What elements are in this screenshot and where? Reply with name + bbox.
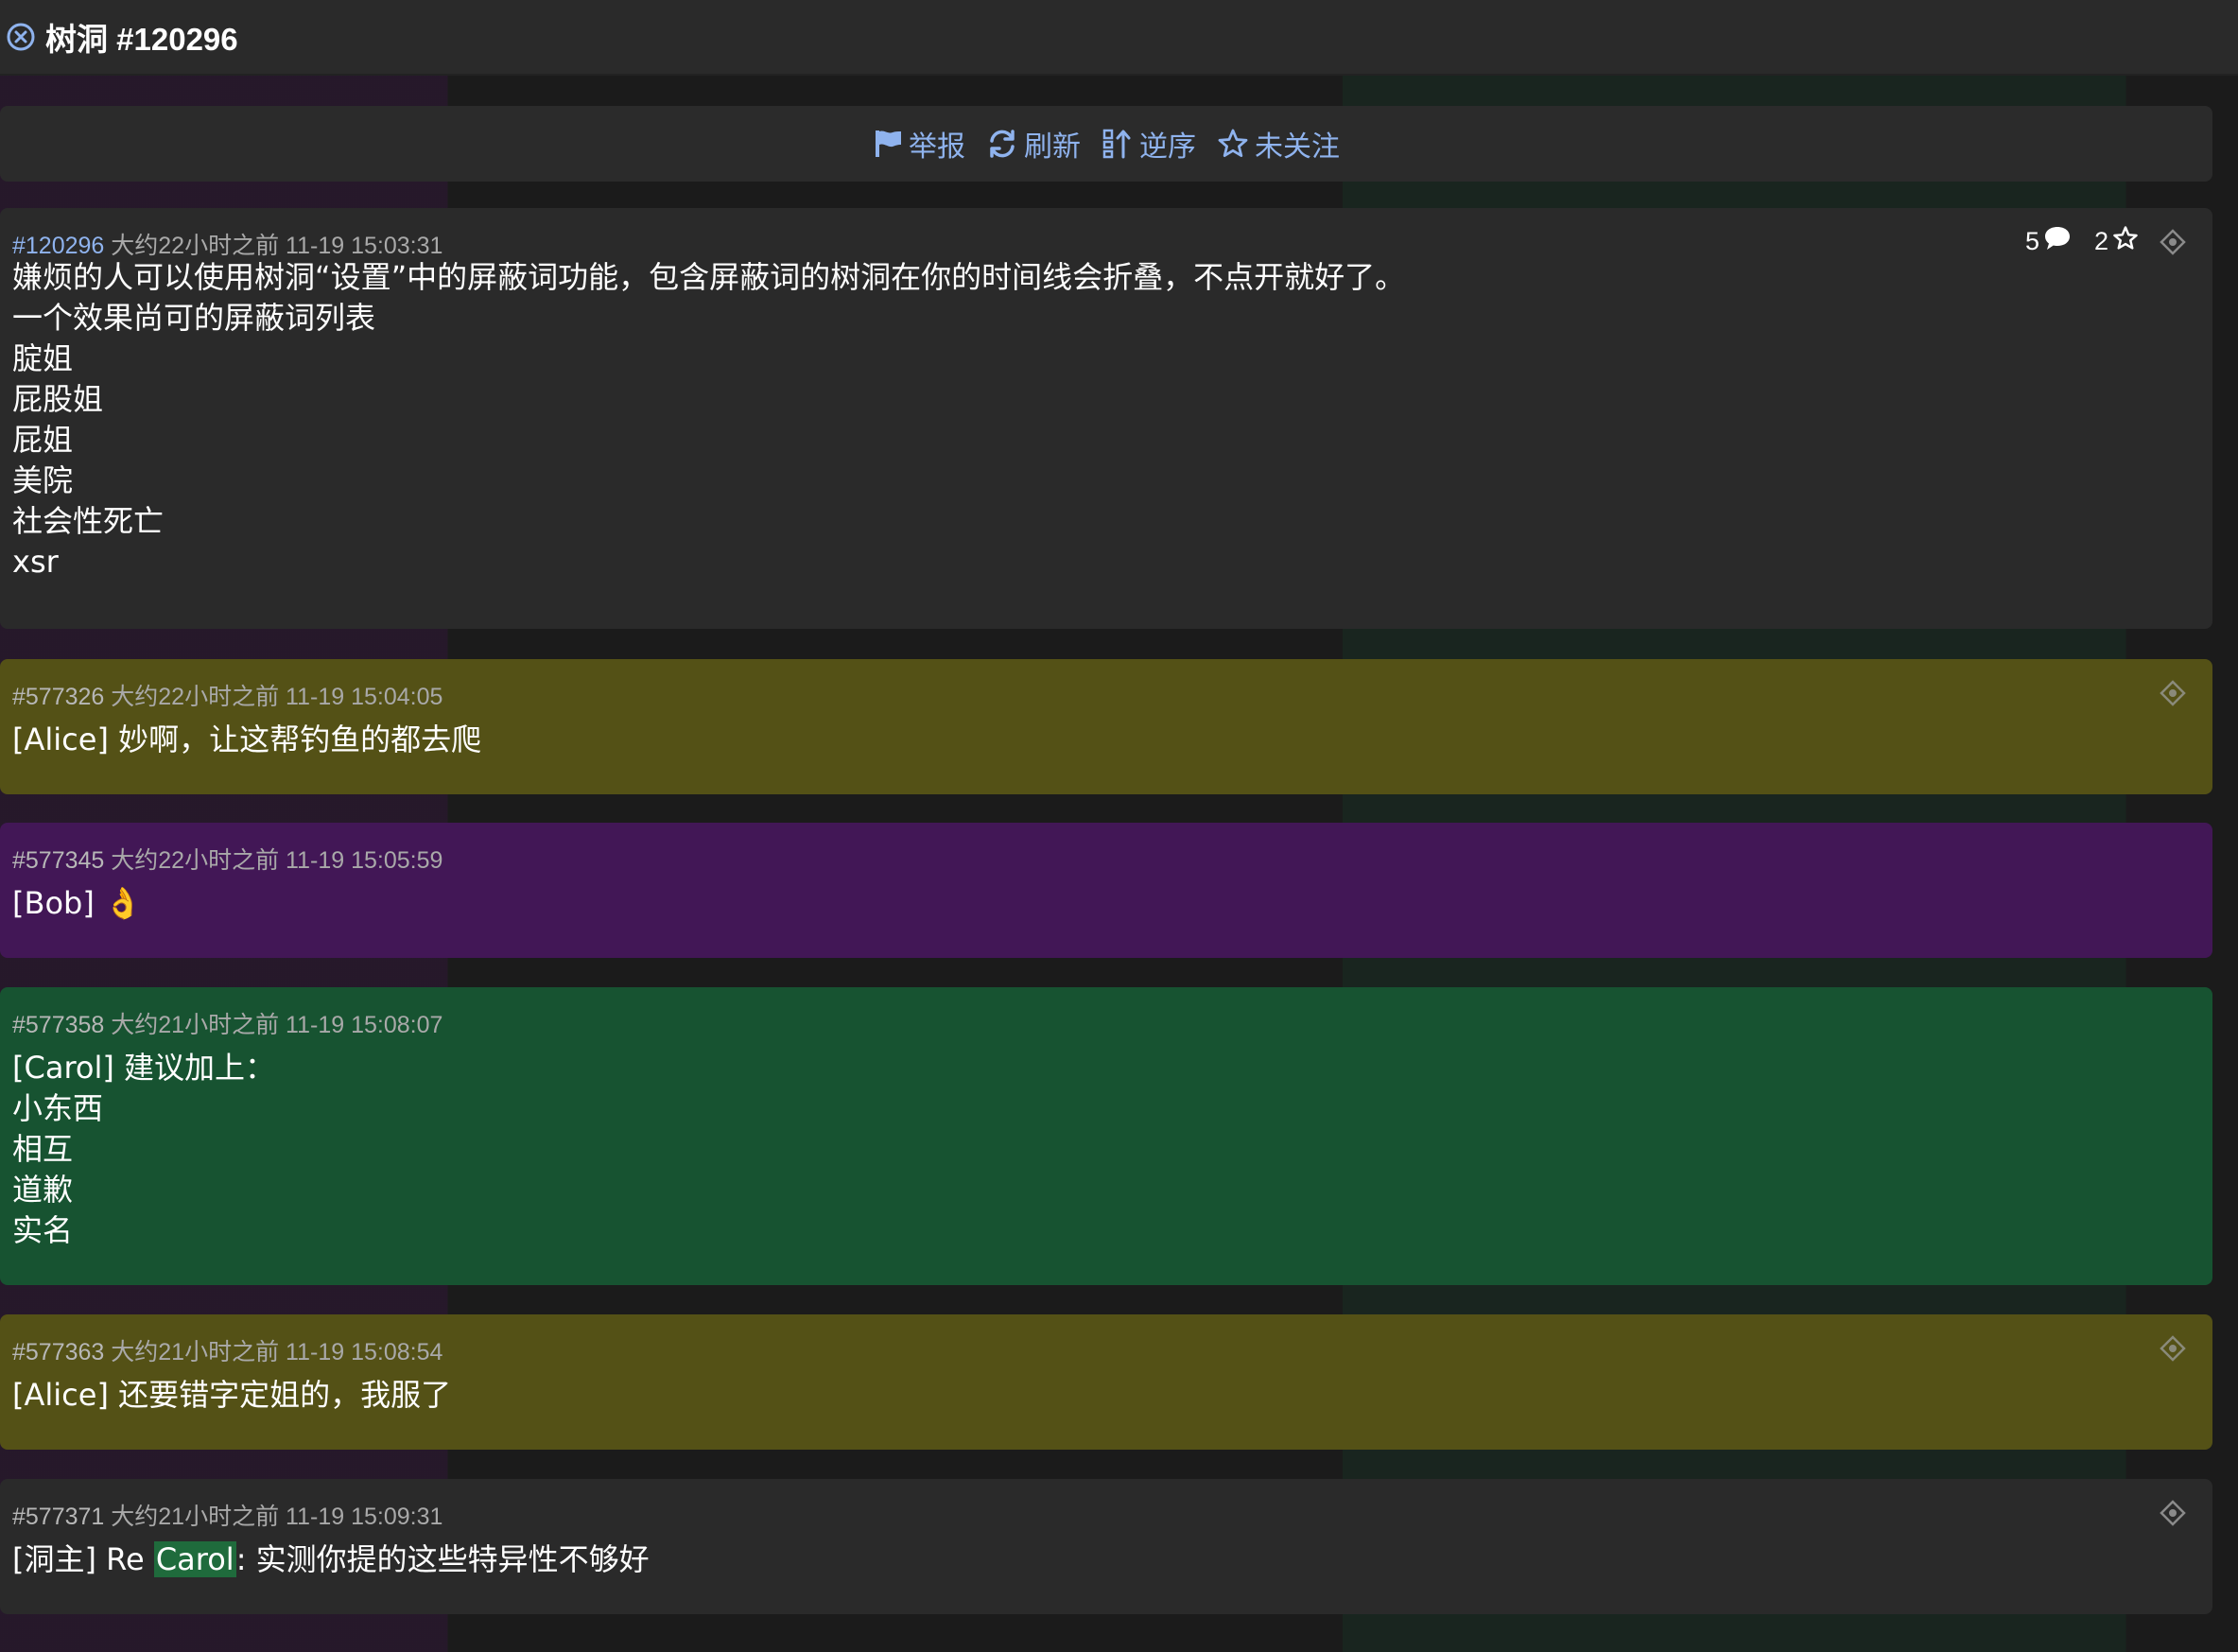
reply-card[interactable]: #577326 大约22小时之前 11-19 15:04:05 [Alice] …: [0, 659, 2212, 794]
report-button[interactable]: 举报: [873, 123, 965, 165]
post-body: 嫌烦的人可以使用树洞“设置”中的屏蔽词功能，包含屏蔽词的树洞在你的时间线会折叠，…: [12, 259, 1406, 580]
reply-id[interactable]: #577326: [12, 684, 104, 710]
post-timestamp: 11-19 15:03:31: [286, 233, 443, 259]
reply-body: [Carol] 建议加上： 小东西 相互 道歉 实名: [12, 1050, 276, 1248]
post-relative-time: 大约22小时之前: [111, 233, 280, 259]
close-icon[interactable]: [4, 20, 38, 54]
reply-relative-time: 大约22小时之前: [111, 847, 280, 874]
reply-suffix: : 实测你提的这些特异性不够好: [235, 1541, 650, 1577]
reply-meta: #577371 大约21小时之前 11-19 15:09:31: [12, 1498, 442, 1532]
reply-card[interactable]: #577345 大约22小时之前 11-19 15:05:59 [Bob] 👌: [0, 823, 2212, 958]
reply-relative-time: 大约22小时之前: [111, 684, 280, 710]
refresh-icon: [986, 128, 1018, 160]
flag-icon: [873, 129, 903, 159]
star-icon: [2112, 225, 2139, 258]
reply-timestamp: 11-19 15:05:59: [286, 847, 443, 874]
refresh-label: 刷新: [1024, 130, 1081, 164]
main-post[interactable]: #120296 大约22小时之前 11-19 15:03:31 5 2 嫌烦的人…: [0, 208, 2212, 629]
reply-meta: #577345 大约22小时之前 11-19 15:05:59: [12, 842, 442, 876]
reply-relative-time: 大约21小时之前: [111, 1339, 280, 1365]
reverse-order-label: 逆序: [1139, 130, 1196, 164]
locate-icon[interactable]: [2160, 1500, 2186, 1526]
follow-button[interactable]: 未关注: [1217, 123, 1340, 165]
report-label: 举报: [909, 130, 965, 164]
reply-id[interactable]: #577371: [12, 1504, 104, 1530]
reply-id[interactable]: #577358: [12, 1012, 104, 1038]
page-title: 树洞 #120296: [45, 22, 238, 57]
reply-count: 5: [2025, 225, 2072, 258]
reply-relative-time: 大约21小时之前: [111, 1012, 280, 1038]
comment-icon: [2043, 225, 2072, 258]
star-outline-icon: [1217, 128, 1249, 160]
sort-icon: [1102, 128, 1134, 160]
locate-icon[interactable]: [2160, 1335, 2186, 1362]
reverse-order-button[interactable]: 逆序: [1102, 123, 1196, 165]
post-stats: 5 2: [2025, 225, 2139, 258]
content-area[interactable]: 举报 刷新 逆序 未关注 #120296 大约22小时之前 11-19 15:0…: [0, 76, 2238, 1652]
locate-icon[interactable]: [2160, 680, 2186, 706]
reply-body: [洞主] Re Carol: 实测你提的这些特异性不够好: [12, 1539, 650, 1580]
follow-label: 未关注: [1255, 130, 1340, 164]
action-toolbar: 举报 刷新 逆序 未关注: [0, 106, 2212, 182]
reply-prefix: [洞主] Re: [12, 1541, 154, 1577]
reply-id[interactable]: #577363: [12, 1339, 104, 1365]
mention-link[interactable]: Carol: [153, 1541, 236, 1577]
reply-meta: #577363 大约21小时之前 11-19 15:08:54: [12, 1333, 442, 1367]
star-count-value: 2: [2093, 227, 2108, 255]
reply-id[interactable]: #577345: [12, 847, 104, 874]
post-id[interactable]: #120296: [12, 233, 104, 259]
reply-body: [Alice] 还要错字定姐的，我服了: [12, 1377, 452, 1413]
locate-icon[interactable]: [2160, 229, 2186, 255]
reply-card[interactable]: #577358 大约21小时之前 11-19 15:08:07 [Carol] …: [0, 987, 2212, 1285]
reply-body: [Alice] 妙啊，让这帮钓鱼的都去爬: [12, 722, 482, 757]
reply-timestamp: 11-19 15:09:31: [286, 1504, 443, 1530]
star-count: 2: [2094, 225, 2139, 258]
reply-body: [Bob] 👌: [12, 885, 142, 921]
reply-timestamp: 11-19 15:08:54: [286, 1339, 443, 1365]
reply-timestamp: 11-19 15:04:05: [286, 684, 443, 710]
refresh-button[interactable]: 刷新: [986, 123, 1081, 165]
reply-card[interactable]: #577371 大约21小时之前 11-19 15:09:31 [洞主] Re …: [0, 1479, 2212, 1614]
reply-timestamp: 11-19 15:08:07: [286, 1012, 443, 1038]
reply-relative-time: 大约21小时之前: [111, 1504, 280, 1530]
post-meta: #120296 大约22小时之前 11-19 15:03:31: [12, 227, 442, 261]
reply-meta: #577326 大约22小时之前 11-19 15:04:05: [12, 678, 442, 712]
title-bar: 树洞 #120296: [0, 0, 2238, 76]
reply-card[interactable]: #577363 大约21小时之前 11-19 15:08:54 [Alice] …: [0, 1314, 2212, 1450]
reply-meta: #577358 大约21小时之前 11-19 15:08:07: [12, 1006, 442, 1040]
reply-count-value: 5: [2024, 227, 2039, 255]
